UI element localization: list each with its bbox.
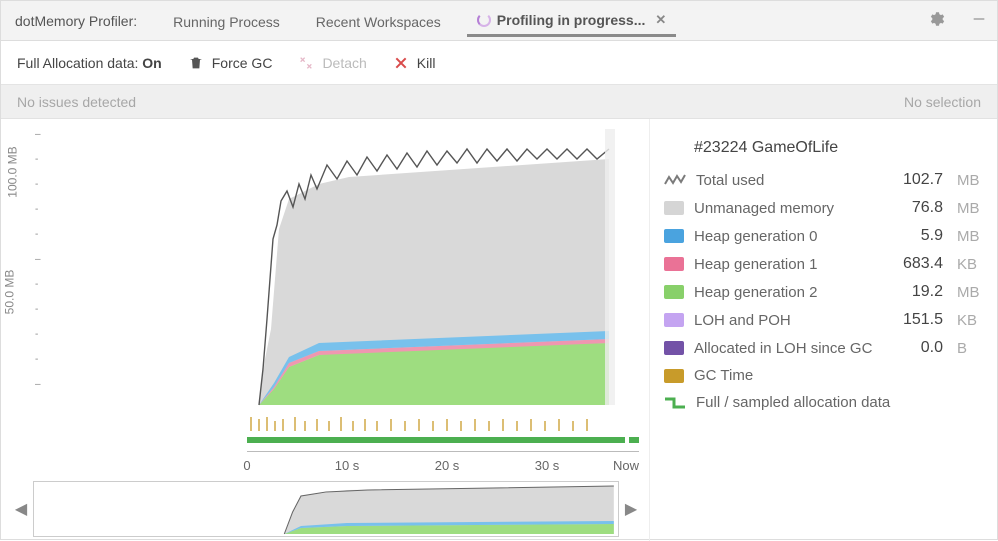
process-exe: GameOfLife xyxy=(752,139,838,156)
legend-gen2[interactable]: Heap generation 2 19.2 MB xyxy=(664,283,983,301)
process-pid: #23224 xyxy=(694,139,747,156)
legend-label: GC Time xyxy=(694,367,933,384)
tab-profiling-in-progress[interactable]: Profiling in progress... ✕ xyxy=(467,4,676,37)
color-swatch xyxy=(664,369,684,383)
legend-full-sampled[interactable]: Full / sampled allocation data xyxy=(664,394,983,411)
legend-gen0[interactable]: Heap generation 0 5.9 MB xyxy=(664,227,983,245)
toolbar: Full Allocation data: On Force GC Detach… xyxy=(1,41,997,85)
trash-icon xyxy=(188,55,204,71)
kill-icon xyxy=(393,55,409,71)
legend-value: 0.0 xyxy=(921,339,943,357)
legend-unit: MB xyxy=(957,284,983,301)
kill-button[interactable]: Kill xyxy=(393,55,436,71)
x-tick-30: 30 s xyxy=(535,458,560,473)
x-tick-20: 20 s xyxy=(435,458,460,473)
force-gc-button[interactable]: Force GC xyxy=(188,55,273,71)
allocation-data-track xyxy=(247,437,625,443)
overview-timeline: ◀ ▶ xyxy=(9,479,643,539)
detach-icon xyxy=(298,55,314,71)
allocation-data-state: On xyxy=(142,55,161,71)
timeline-next-button[interactable]: ▶ xyxy=(619,481,643,537)
minimize-icon[interactable] xyxy=(971,11,987,30)
tab-label: Recent Workspaces xyxy=(316,14,441,30)
legend-gc-time[interactable]: GC Time xyxy=(664,367,983,384)
legend-value: 5.9 xyxy=(921,227,943,245)
legend-label: Unmanaged memory xyxy=(694,200,902,217)
legend-label: Allocated in LOH since GC xyxy=(694,340,911,357)
legend-gen1[interactable]: Heap generation 1 683.4 KB xyxy=(664,255,983,273)
status-bar: No issues detected No selection xyxy=(1,85,997,119)
legend-label: Heap generation 2 xyxy=(694,284,902,301)
timeline-prev-button[interactable]: ◀ xyxy=(9,481,33,537)
x-axis: 0 10 s 20 s 30 s Now xyxy=(247,451,639,475)
legend-value: 19.2 xyxy=(912,283,943,301)
legend-unit: MB xyxy=(957,228,983,245)
main-content: 100.0 MB 50.0 MB –---- –----– xyxy=(1,119,997,541)
allocation-data-label: Full Allocation data: xyxy=(17,55,138,71)
y-tick-marks: –---- –----– xyxy=(35,135,41,385)
legend-value: 102.7 xyxy=(903,171,943,189)
legend-value: 76.8 xyxy=(912,199,943,217)
legend-total-used[interactable]: Total used 102.7 MB xyxy=(664,171,983,189)
x-tick-now: Now xyxy=(613,458,639,473)
force-gc-label: Force GC xyxy=(212,55,273,71)
legend-label: Total used xyxy=(696,172,893,189)
settings-icon[interactable] xyxy=(927,10,945,31)
legend-label: Heap generation 1 xyxy=(694,256,893,273)
tab-label: Profiling in progress... xyxy=(497,12,646,28)
tab-label: Running Process xyxy=(173,14,280,30)
tab-running-process[interactable]: Running Process xyxy=(163,6,290,36)
process-name: #23224 GameOfLife xyxy=(694,139,983,157)
color-swatch xyxy=(664,313,684,327)
now-marker xyxy=(605,129,615,405)
color-swatch xyxy=(664,229,684,243)
legend-alloc-loh[interactable]: Allocated in LOH since GC 0.0 B xyxy=(664,339,983,357)
legend-label: LOH and POH xyxy=(694,312,893,329)
tab-recent-workspaces[interactable]: Recent Workspaces xyxy=(306,6,451,36)
tabs-bar: dotMemory Profiler: Running Process Rece… xyxy=(1,1,997,41)
chart-zone: 100.0 MB 50.0 MB –---- –----– xyxy=(1,119,649,541)
profiler-title: dotMemory Profiler: xyxy=(15,13,137,29)
legend-value: 151.5 xyxy=(903,311,943,329)
kill-label: Kill xyxy=(417,55,436,71)
legend-label: Full / sampled allocation data xyxy=(696,394,933,411)
status-issues: No issues detected xyxy=(17,94,136,110)
overview-chart[interactable] xyxy=(33,481,619,537)
legend-value: 683.4 xyxy=(903,255,943,273)
spinner-icon xyxy=(477,13,491,27)
legend-unit: KB xyxy=(957,256,983,273)
allocation-data-toggle[interactable]: Full Allocation data: On xyxy=(17,55,162,71)
zigzag-icon xyxy=(664,173,686,187)
color-swatch xyxy=(664,257,684,271)
color-swatch xyxy=(664,341,684,355)
status-selection: No selection xyxy=(904,94,981,110)
x-tick-0: 0 xyxy=(243,458,250,473)
detach-label: Detach xyxy=(322,55,366,71)
legend-unmanaged[interactable]: Unmanaged memory 76.8 MB xyxy=(664,199,983,217)
close-icon[interactable]: ✕ xyxy=(651,12,666,28)
detach-button[interactable]: Detach xyxy=(298,55,366,71)
legend-unit: B xyxy=(957,340,983,357)
color-swatch xyxy=(664,201,684,215)
gc-events-track xyxy=(247,415,607,433)
x-tick-10: 10 s xyxy=(335,458,360,473)
legend-unit: MB xyxy=(957,200,983,217)
legend-label: Heap generation 0 xyxy=(694,228,911,245)
legend-loh[interactable]: LOH and POH 151.5 KB xyxy=(664,311,983,329)
legend-unit: KB xyxy=(957,312,983,329)
y-tick-50: 50.0 MB xyxy=(2,270,16,315)
legend-unit: MB xyxy=(957,172,983,189)
legend-panel: #23224 GameOfLife Total used 102.7 MB Un… xyxy=(649,119,997,541)
memory-chart[interactable] xyxy=(49,129,629,407)
color-swatch xyxy=(664,285,684,299)
step-icon xyxy=(664,396,686,410)
y-tick-100: 100.0 MB xyxy=(6,146,20,197)
